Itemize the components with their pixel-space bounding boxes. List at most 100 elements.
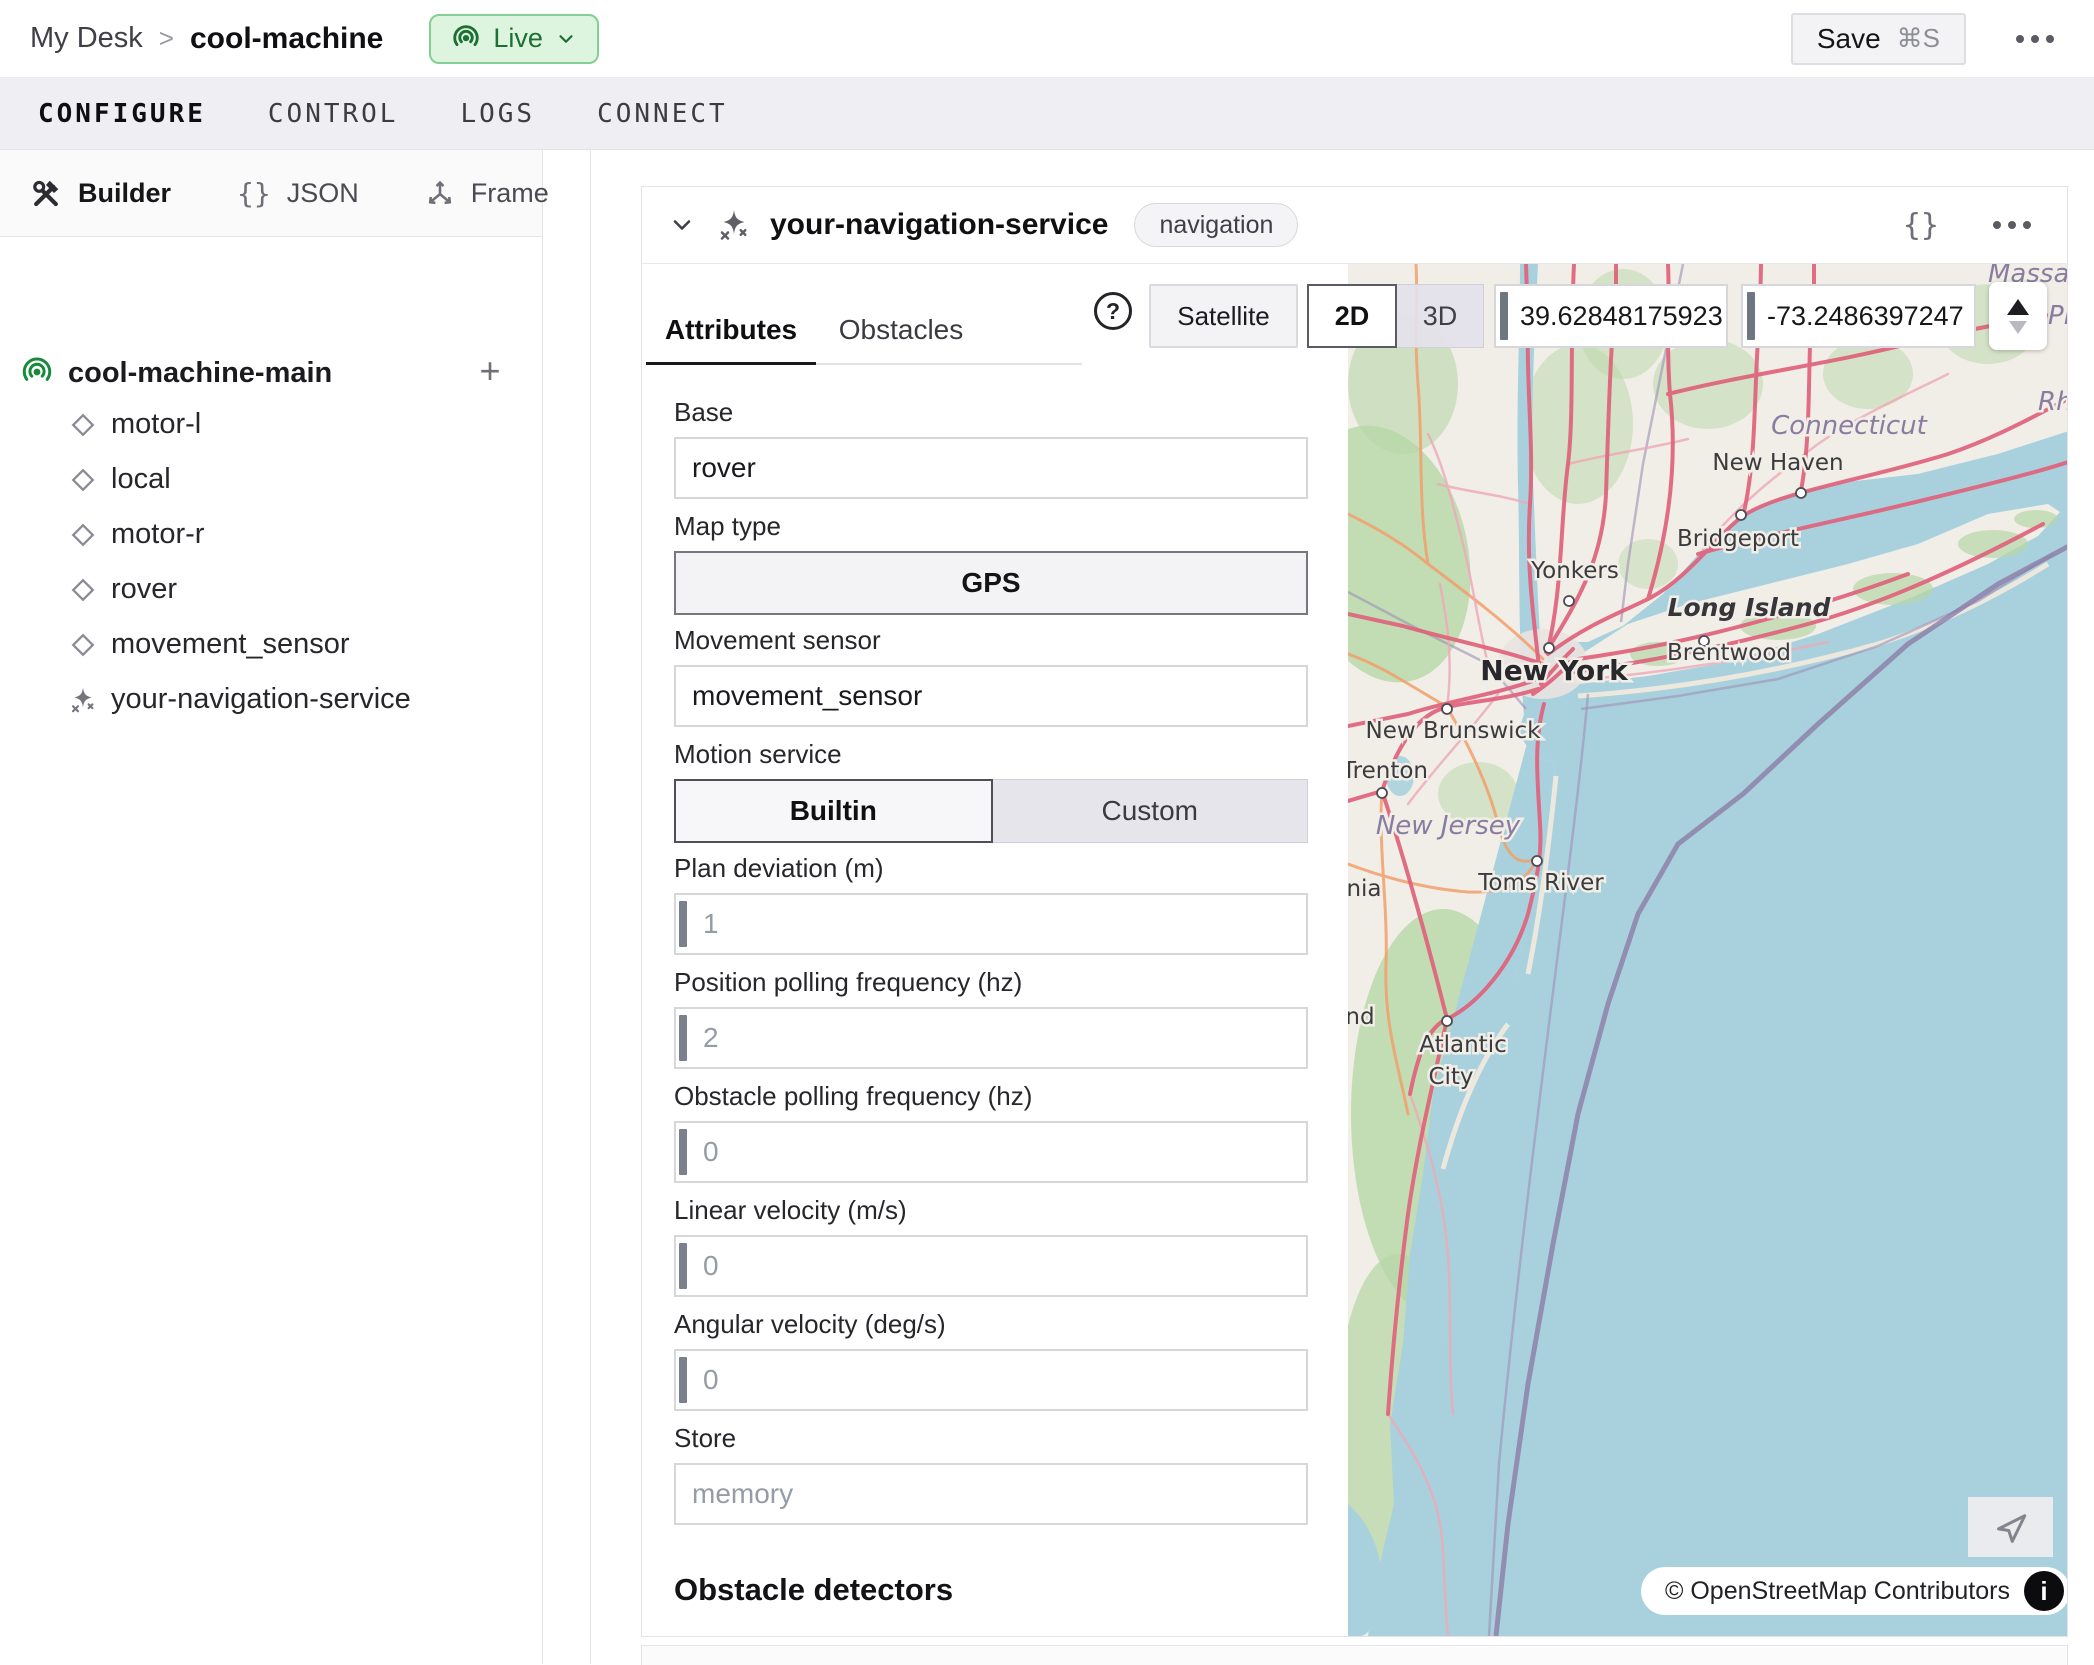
tree-item-label: your-navigation-service xyxy=(111,683,411,716)
help-icon[interactable]: ? xyxy=(1094,292,1132,330)
tree-item-motor-l[interactable]: motor-l xyxy=(0,397,542,452)
position-polling-input[interactable]: 2 xyxy=(674,1007,1308,1069)
latitude-input[interactable]: 39.62848175923 xyxy=(1494,284,1728,348)
component-diamond-icon xyxy=(68,520,98,550)
tab-attributes[interactable]: Attributes xyxy=(646,300,816,365)
latitude-drag-handle[interactable] xyxy=(1500,292,1508,340)
add-resource-button[interactable]: + xyxy=(470,351,510,391)
map-city-label: Brentwood xyxy=(1667,640,1791,666)
recenter-map-button[interactable] xyxy=(1968,1497,2053,1557)
movement-sensor-input[interactable]: movement_sensor xyxy=(674,665,1308,727)
panel-tabs: Attributes Obstacles xyxy=(646,300,1082,365)
mode-tab-label: Frame xyxy=(471,178,549,209)
tree-root-machine-part[interactable]: cool-machine-main + xyxy=(0,349,542,397)
tree-item-rover[interactable]: rover xyxy=(0,562,542,617)
next-card-peek[interactable] xyxy=(641,1645,2068,1665)
tree-item-movement_sensor[interactable]: movement_sensor xyxy=(0,617,542,672)
tree-item-label: motor-l xyxy=(111,408,201,441)
field-label: Angular velocity (deg/s) xyxy=(674,1309,1308,1341)
frame-axes-icon xyxy=(425,178,455,208)
motion-service-toggle: Builtin Custom xyxy=(674,779,1308,843)
map-type-gps-button[interactable]: GPS xyxy=(674,551,1308,615)
plan-deviation-input[interactable]: 1 xyxy=(674,893,1308,955)
base-input[interactable]: rover xyxy=(674,437,1308,499)
navigation-service-icon xyxy=(68,685,98,715)
view-json-icon[interactable]: {} xyxy=(1903,208,1939,243)
live-label: Live xyxy=(493,23,543,54)
linear-velocity-input[interactable]: 0 xyxy=(674,1235,1308,1297)
longitude-input[interactable]: -73.2486397247 xyxy=(1741,284,1976,348)
field-label: Obstacle polling frequency (hz) xyxy=(674,1081,1308,1113)
tree-item-motor-r[interactable]: motor-r xyxy=(0,507,542,562)
custom-option[interactable]: Custom xyxy=(993,779,1309,843)
service-type-badge: navigation xyxy=(1134,203,1298,247)
machine-online-icon xyxy=(20,356,54,390)
field-obstacle-polling: Obstacle polling frequency (hz) 0 xyxy=(674,1081,1308,1183)
number-drag-handle[interactable] xyxy=(679,901,687,947)
tab-configure[interactable]: CONFIGURE xyxy=(38,99,206,129)
tree-item-your-navigation-service[interactable]: your-navigation-service xyxy=(0,672,542,727)
mode-tab-builder[interactable]: Builder xyxy=(30,177,171,209)
store-input[interactable]: memory xyxy=(674,1463,1308,1525)
map-city-dot xyxy=(1736,510,1746,520)
config-sidebar: Builder {} JSON Frame xyxy=(0,150,543,1664)
map-city-label: Trenton xyxy=(1348,758,1428,784)
builtin-option[interactable]: Builtin xyxy=(674,779,993,843)
map-state-label: Connecticut xyxy=(1771,411,1928,441)
mode-tab-frame[interactable]: Frame xyxy=(425,178,549,209)
map-city-dot xyxy=(1564,596,1574,606)
map-city-dot xyxy=(1442,1016,1452,1026)
map-city-dot xyxy=(1532,856,1542,866)
attribution-text: © OpenStreetMap Contributors xyxy=(1665,1577,2010,1606)
map-state-label: Rhod xyxy=(2038,387,2067,417)
number-drag-handle[interactable] xyxy=(679,1129,687,1175)
angular-velocity-input[interactable]: 0 xyxy=(674,1349,1308,1411)
satellite-toggle-button[interactable]: Satellite xyxy=(1149,284,1298,348)
zoom-elevation-control[interactable] xyxy=(1989,282,2047,350)
collapse-chevron-icon[interactable] xyxy=(668,211,696,239)
component-diamond-icon xyxy=(68,410,98,440)
tree-item-local[interactable]: local xyxy=(0,452,542,507)
map-city-label: Yonkers xyxy=(1530,558,1619,584)
map-state-label: Pro xyxy=(2048,301,2067,331)
sidebar-mode-tabs: Builder {} JSON Frame xyxy=(0,150,542,237)
field-base: Base rover xyxy=(674,397,1308,499)
live-status-dropdown[interactable]: Live xyxy=(429,14,599,64)
field-label: Base xyxy=(674,397,1308,429)
longitude-drag-handle[interactable] xyxy=(1747,292,1755,340)
info-icon[interactable]: i xyxy=(2024,1571,2064,1611)
tab-connect[interactable]: CONNECT xyxy=(597,99,728,129)
more-menu-button[interactable] xyxy=(2006,25,2064,53)
number-drag-handle[interactable] xyxy=(679,1357,687,1403)
card-title: your-navigation-service xyxy=(770,208,1108,242)
field-label: Motion service xyxy=(674,739,1308,771)
field-label: Store xyxy=(674,1423,1308,1455)
field-label: Movement sensor xyxy=(674,625,1308,657)
map-canvas[interactable]: New HavenBridgeportYonkersBrentwoodNew Y… xyxy=(1348,264,2067,1636)
card-menu-button[interactable] xyxy=(1983,211,2041,239)
breadcrumb-machine-name: cool-machine xyxy=(190,22,383,56)
tree-item-label: local xyxy=(111,463,171,496)
component-diamond-icon xyxy=(68,630,98,660)
top-bar: My Desk > cool-machine Live Save ⌘S xyxy=(0,0,2094,78)
field-map-type: Map type GPS xyxy=(674,511,1308,615)
json-braces-icon: {} xyxy=(237,177,271,210)
tools-icon xyxy=(30,177,62,209)
tree-item-label: movement_sensor xyxy=(111,628,350,661)
mode-tab-json[interactable]: {} JSON xyxy=(237,177,359,210)
map-city-label: Atlantic xyxy=(1419,1032,1506,1058)
breadcrumb-root[interactable]: My Desk xyxy=(30,22,143,55)
number-drag-handle[interactable] xyxy=(679,1015,687,1061)
tab-obstacles[interactable]: Obstacles xyxy=(816,300,986,365)
tab-logs[interactable]: LOGS xyxy=(460,99,535,129)
number-drag-handle[interactable] xyxy=(679,1243,687,1289)
view-3d-button[interactable]: 3D xyxy=(1397,284,1484,348)
save-button[interactable]: Save ⌘S xyxy=(1791,13,1966,65)
view-2d-button[interactable]: 2D xyxy=(1307,284,1397,348)
location-arrow-icon xyxy=(1991,1507,2031,1547)
navigation-service-icon xyxy=(716,207,752,243)
component-diamond-icon xyxy=(68,465,98,495)
field-plan-deviation: Plan deviation (m) 1 xyxy=(674,853,1308,955)
obstacle-polling-input[interactable]: 0 xyxy=(674,1121,1308,1183)
tab-control[interactable]: CONTROL xyxy=(268,99,399,129)
